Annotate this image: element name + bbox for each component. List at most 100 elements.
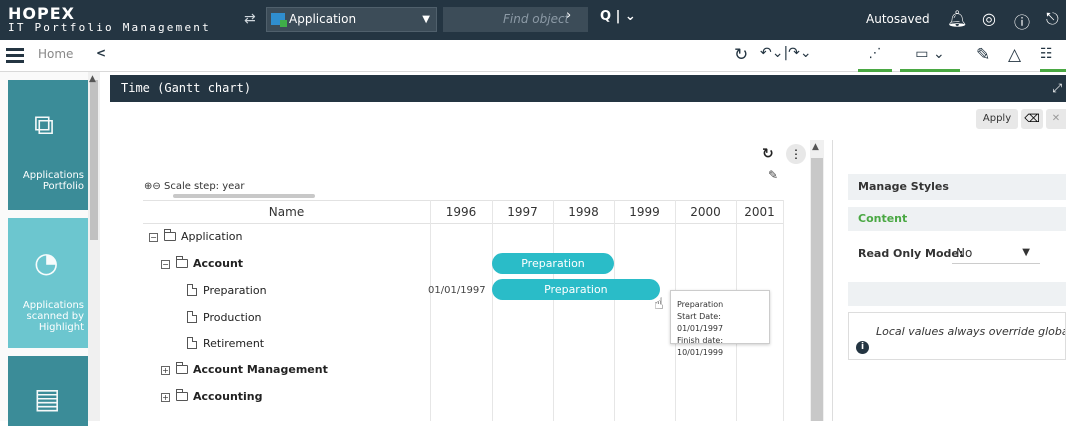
tile-label: Applications scanned by Highlight bbox=[22, 300, 84, 333]
row-label: Preparation bbox=[203, 284, 267, 297]
info-text: Local values always override globa bbox=[876, 325, 1066, 338]
collapse-icon[interactable]: < bbox=[96, 46, 106, 60]
info-icon: i bbox=[856, 341, 869, 354]
menu-icon[interactable] bbox=[6, 48, 24, 63]
document-icon bbox=[187, 311, 197, 323]
zoom-controls: ⊕⊖ Scale step: year bbox=[144, 181, 245, 192]
scroll-up-icon[interactable]: ▲ bbox=[812, 142, 819, 152]
left-navigation: ⧉ Applications Portfolio ◔ Applications … bbox=[0, 72, 100, 426]
apply-button[interactable]: Apply bbox=[976, 109, 1018, 129]
top-bar: HOPEX IT Portfolio Management ⇄ Applicat… bbox=[0, 0, 1066, 40]
zoom-out-icon[interactable]: ⊖ bbox=[152, 181, 160, 192]
tile-applications-portfolio[interactable]: ⧉ Applications Portfolio bbox=[8, 80, 88, 210]
expand-toggle-icon[interactable]: + bbox=[161, 393, 170, 402]
tooltip-title: Preparation bbox=[677, 300, 724, 309]
row-label: Accounting bbox=[193, 390, 263, 403]
year-header: 1998 bbox=[568, 205, 599, 219]
year-header: 2001 bbox=[744, 205, 775, 219]
display-icon[interactable]: ▭ ⌄ bbox=[900, 40, 960, 72]
horizontal-scroll-thumb[interactable] bbox=[173, 194, 315, 198]
name-column-header[interactable]: Name bbox=[143, 205, 430, 219]
hand-cursor-icon: ☝ bbox=[654, 294, 664, 313]
folder-icon bbox=[164, 229, 176, 241]
context-select[interactable]: Application ▼ bbox=[266, 7, 437, 32]
year-header: 1999 bbox=[629, 205, 660, 219]
year-header: 2000 bbox=[690, 205, 721, 219]
properties-icon[interactable]: ☷ bbox=[1040, 40, 1066, 72]
folder-icon bbox=[176, 362, 188, 374]
year-header: 1996 bbox=[445, 205, 477, 219]
panel-header: Time (Gantt chart) ⤢ bbox=[110, 75, 1066, 102]
bar-tooltip: Preparation Start Date: 01/01/1997 Finis… bbox=[670, 290, 770, 357]
gantt-refresh-icon[interactable]: ↻ bbox=[762, 146, 774, 162]
row-start-date: 01/01/1997 bbox=[428, 285, 486, 296]
close-icon[interactable]: ✕ bbox=[1046, 109, 1066, 129]
graph-icon[interactable]: ⋰ bbox=[858, 40, 892, 72]
tree-row[interactable]: − Account bbox=[143, 251, 783, 278]
pencil-icon[interactable]: ✎ bbox=[768, 168, 778, 182]
folder-icon bbox=[176, 256, 188, 268]
collapse-toggle-icon[interactable]: − bbox=[149, 233, 158, 242]
autosaved-status: Autosaved bbox=[866, 12, 930, 26]
row-label: Account bbox=[193, 257, 244, 270]
shapes-icon[interactable]: △ bbox=[1008, 45, 1021, 65]
application-icon bbox=[271, 13, 287, 27]
content-section-header[interactable]: Content bbox=[848, 207, 1066, 231]
radar-icon: ◔ bbox=[34, 246, 59, 279]
more-options-icon[interactable]: ⋮ bbox=[786, 144, 806, 164]
refresh-icon[interactable]: ↻ bbox=[734, 45, 748, 65]
gantt-scroll-thumb[interactable] bbox=[811, 158, 823, 421]
manage-styles-header[interactable]: Manage Styles bbox=[848, 174, 1066, 200]
app-subtitle: IT Portfolio Management bbox=[8, 21, 211, 34]
expand-icon[interactable]: ⤢ bbox=[1052, 75, 1062, 102]
scale-step-label: Scale step: year bbox=[163, 181, 245, 192]
chevron-down-icon: ▼ bbox=[1022, 247, 1030, 258]
nav-scroll-thumb[interactable] bbox=[90, 80, 98, 240]
document-icon bbox=[187, 284, 197, 296]
info-message: Local values always override globa bbox=[848, 312, 1066, 360]
tooltip-start: Start Date: 01/01/1997 bbox=[677, 312, 724, 333]
read-only-label: Read Only Mode: bbox=[858, 247, 964, 260]
tile-documents[interactable]: ▤ bbox=[8, 356, 88, 426]
grid-line bbox=[783, 200, 784, 421]
go-arrow-icon[interactable]: › bbox=[566, 8, 571, 23]
edit-list-icon[interactable]: ✎ bbox=[976, 45, 990, 65]
gantt-bar[interactable]: Preparation bbox=[492, 279, 660, 300]
eraser-icon[interactable]: ⌫ bbox=[1021, 109, 1043, 129]
tooltip-finish: Finish date: 10/01/1999 bbox=[677, 336, 724, 357]
context-value: Application bbox=[289, 12, 357, 26]
exit-icon[interactable]: ⎋ bbox=[1046, 9, 1059, 29]
folder-icon bbox=[176, 389, 188, 401]
row-label: Account Management bbox=[193, 363, 328, 376]
search-icon[interactable]: Q | ⌄ bbox=[600, 9, 636, 24]
tree-row[interactable]: + Accounting bbox=[143, 384, 783, 411]
document-icon: ▤ bbox=[34, 382, 61, 415]
gantt-bar[interactable]: Preparation bbox=[492, 253, 614, 274]
tile-applications-highlight[interactable]: ◔ Applications scanned by Highlight bbox=[8, 218, 88, 348]
tree-row[interactable]: + Account Management bbox=[143, 357, 783, 384]
user-icon[interactable]: ◎ bbox=[982, 9, 996, 28]
panel-title: Time (Gantt chart) bbox=[121, 81, 252, 95]
swap-icon[interactable]: ⇄ bbox=[244, 11, 256, 27]
expand-toggle-icon[interactable]: + bbox=[161, 366, 170, 375]
read-only-value: No bbox=[956, 246, 973, 260]
document-icon bbox=[187, 337, 197, 349]
row-label: Application bbox=[181, 230, 243, 243]
undo-redo-icon[interactable]: ↶⌄|↷⌄ bbox=[760, 45, 812, 61]
tile-label: Applications Portfolio bbox=[22, 170, 84, 192]
scroll-up-icon[interactable]: ▲ bbox=[89, 74, 96, 84]
chevron-down-icon: ▼ bbox=[422, 14, 430, 25]
row-label: Retirement bbox=[203, 337, 265, 350]
tree-row[interactable]: − Application bbox=[143, 224, 783, 251]
puzzle-icon: ⧉ bbox=[34, 108, 54, 141]
bell-icon[interactable]: 🔔︎ bbox=[947, 9, 967, 28]
row-label: Production bbox=[203, 311, 262, 324]
panel-divider bbox=[832, 140, 833, 421]
section-bar bbox=[848, 282, 1066, 306]
home-link[interactable]: Home bbox=[38, 47, 73, 61]
year-header: 1997 bbox=[507, 205, 538, 219]
read-only-select[interactable]: No ▼ bbox=[952, 242, 1040, 264]
help-icon[interactable]: ⓘ bbox=[1014, 9, 1030, 33]
secondary-toolbar: Home < ↻ ↶⌄|↷⌄ ⋰ ▭ ⌄ ✎ △ ☷ bbox=[0, 40, 1066, 72]
collapse-toggle-icon[interactable]: − bbox=[161, 260, 170, 269]
